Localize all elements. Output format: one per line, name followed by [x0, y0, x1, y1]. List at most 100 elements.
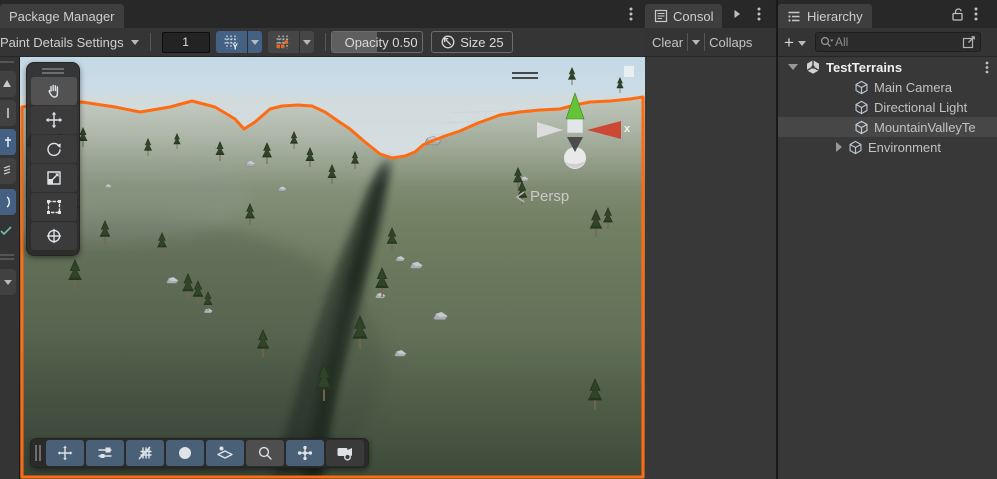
hierarchy-panel: Hierarchy + [778, 0, 997, 479]
gizmo-x-axis-label: x [624, 123, 630, 135]
camera-eye-icon [336, 445, 354, 461]
move-icon [57, 445, 73, 461]
perspective-indicator[interactable]: Persp [515, 188, 569, 205]
paint-details-settings-dropdown[interactable]: Paint Details Settings [0, 31, 145, 53]
scale-tool-button[interactable] [31, 164, 77, 192]
cropped-tool-button[interactable] [0, 158, 16, 184]
hand-tool-button[interactable] [31, 77, 77, 105]
scene-region: Package Manager Paint Details Settings [0, 0, 645, 479]
foldout-closed-icon[interactable] [836, 142, 842, 152]
rotate-tool-button[interactable] [31, 135, 77, 163]
brush-circle-button[interactable] [166, 440, 204, 466]
drag-handle[interactable] [0, 61, 14, 63]
tab-hierarchy[interactable]: Hierarchy [778, 4, 872, 28]
rect-icon [45, 198, 63, 216]
hierarchy-row-directional-light[interactable]: Directional Light [778, 97, 997, 117]
toolbar-divider [704, 33, 705, 51]
detail-brush-pattern-button[interactable] [268, 31, 299, 53]
cropped-side-toolbar [0, 57, 19, 479]
gameobject-cube-icon [848, 140, 863, 155]
scene-menu-kebab-icon[interactable] [629, 7, 633, 21]
svg-text:Y: Y [233, 43, 239, 51]
hierarchy-menu-kebab-icon[interactable] [974, 7, 978, 21]
add-dropdown-caret[interactable] [798, 41, 806, 46]
camera-view-button[interactable] [326, 440, 364, 466]
chevron-down-icon [251, 40, 259, 45]
brush-count-input[interactable] [162, 32, 210, 53]
toolbar-divider [325, 33, 326, 51]
move-icon [45, 111, 63, 129]
search-overlay-button[interactable] [246, 440, 284, 466]
search-input[interactable] [835, 35, 961, 49]
hierarchy-row-main-camera[interactable]: Main Camera [778, 77, 997, 97]
point-snap-button[interactable] [286, 440, 324, 466]
tab-hierarchy-label: Hierarchy [807, 9, 863, 24]
detail-brush-active-dropdown[interactable] [247, 31, 262, 53]
hierarchy-tabbar: Hierarchy [778, 0, 997, 28]
add-object-button[interactable]: + [784, 34, 794, 51]
drag-handle[interactable] [0, 254, 14, 256]
search-icon [819, 35, 835, 49]
tab-console[interactable]: Consol [645, 4, 722, 28]
detail-brush-active-button[interactable]: Y [216, 31, 247, 53]
move-overlay-button[interactable] [46, 440, 84, 466]
search-options-icon[interactable] [961, 34, 977, 50]
rect-tool-button[interactable] [31, 193, 77, 221]
gizmos-toggle-button[interactable] [206, 440, 244, 466]
move-tool-button[interactable] [31, 106, 77, 134]
scene-options-kebab-icon[interactable] [985, 61, 989, 74]
persp-chevron-icon [515, 190, 526, 204]
transform-icon [45, 227, 63, 245]
scene-viewport[interactable]: x Persp [20, 57, 645, 479]
console-tabbar: Consol [645, 0, 776, 28]
tab-package-manager-label: Package Manager [9, 9, 115, 24]
paint-details-toolbar: Paint Details Settings Y [0, 28, 645, 57]
hierarchy-row-environment[interactable]: Environment [778, 137, 997, 157]
opacity-value-label: Opacity 0.50 [345, 35, 418, 50]
cropped-dropdown-button[interactable] [0, 269, 16, 295]
tab-console-label: Consol [673, 9, 713, 24]
console-menu-kebab-icon[interactable] [757, 7, 761, 21]
drag-handle[interactable] [34, 445, 42, 461]
console-panel: Consol Clear Collaps [645, 0, 776, 479]
lock-icon[interactable] [950, 7, 965, 21]
hand-icon [45, 82, 63, 100]
sliders-button[interactable] [86, 440, 124, 466]
hierarchy-item-label: Main Camera [874, 80, 952, 95]
hierarchy-toolbar: + [778, 28, 997, 57]
grid-toggle-button[interactable] [126, 440, 164, 466]
foldout-open-icon[interactable] [788, 64, 798, 70]
point-cross-icon [297, 445, 313, 461]
size-icon [440, 34, 456, 50]
hierarchy-search-field[interactable] [815, 32, 981, 52]
drag-handle[interactable] [31, 66, 75, 76]
hierarchy-row-testterrains[interactable]: TestTerrains [778, 57, 997, 77]
console-log-area[interactable] [645, 58, 776, 479]
hierarchy-icon [787, 10, 801, 23]
hierarchy-row-mountainvalley[interactable]: MountainValleyTe [778, 117, 997, 137]
opacity-slider[interactable]: Opacity 0.50 [331, 31, 423, 53]
toolbar-divider [150, 33, 151, 51]
unity-editor-window: Package Manager Paint Details Settings [0, 0, 997, 479]
cropped-tool-button[interactable] [0, 100, 16, 126]
drag-handle[interactable] [0, 258, 14, 260]
clear-button[interactable]: Clear [652, 35, 683, 50]
cropped-tool-button-active[interactable] [0, 189, 16, 215]
collapse-button[interactable]: Collaps [709, 35, 752, 50]
transform-tool-button[interactable] [31, 222, 77, 250]
tab-overflow-arrow-icon[interactable] [733, 9, 741, 19]
grid-y-brush-icon: Y [223, 34, 239, 50]
size-slider[interactable]: Size 25 [431, 31, 513, 53]
scene-render [20, 57, 645, 479]
scene-tools-overlay [26, 62, 80, 256]
scale-icon [45, 169, 63, 187]
toolbar-divider [687, 33, 688, 51]
gameobject-cube-icon [854, 120, 869, 135]
clear-dropdown-caret[interactable] [692, 40, 700, 45]
rotate-icon [45, 140, 63, 158]
cropped-tool-button-active[interactable] [0, 129, 16, 155]
cropped-tool-button[interactable] [0, 71, 16, 97]
detail-brush-pattern-dropdown[interactable] [299, 31, 314, 53]
gizmo-diamond-icon [217, 445, 233, 461]
tab-package-manager[interactable]: Package Manager [0, 4, 124, 28]
